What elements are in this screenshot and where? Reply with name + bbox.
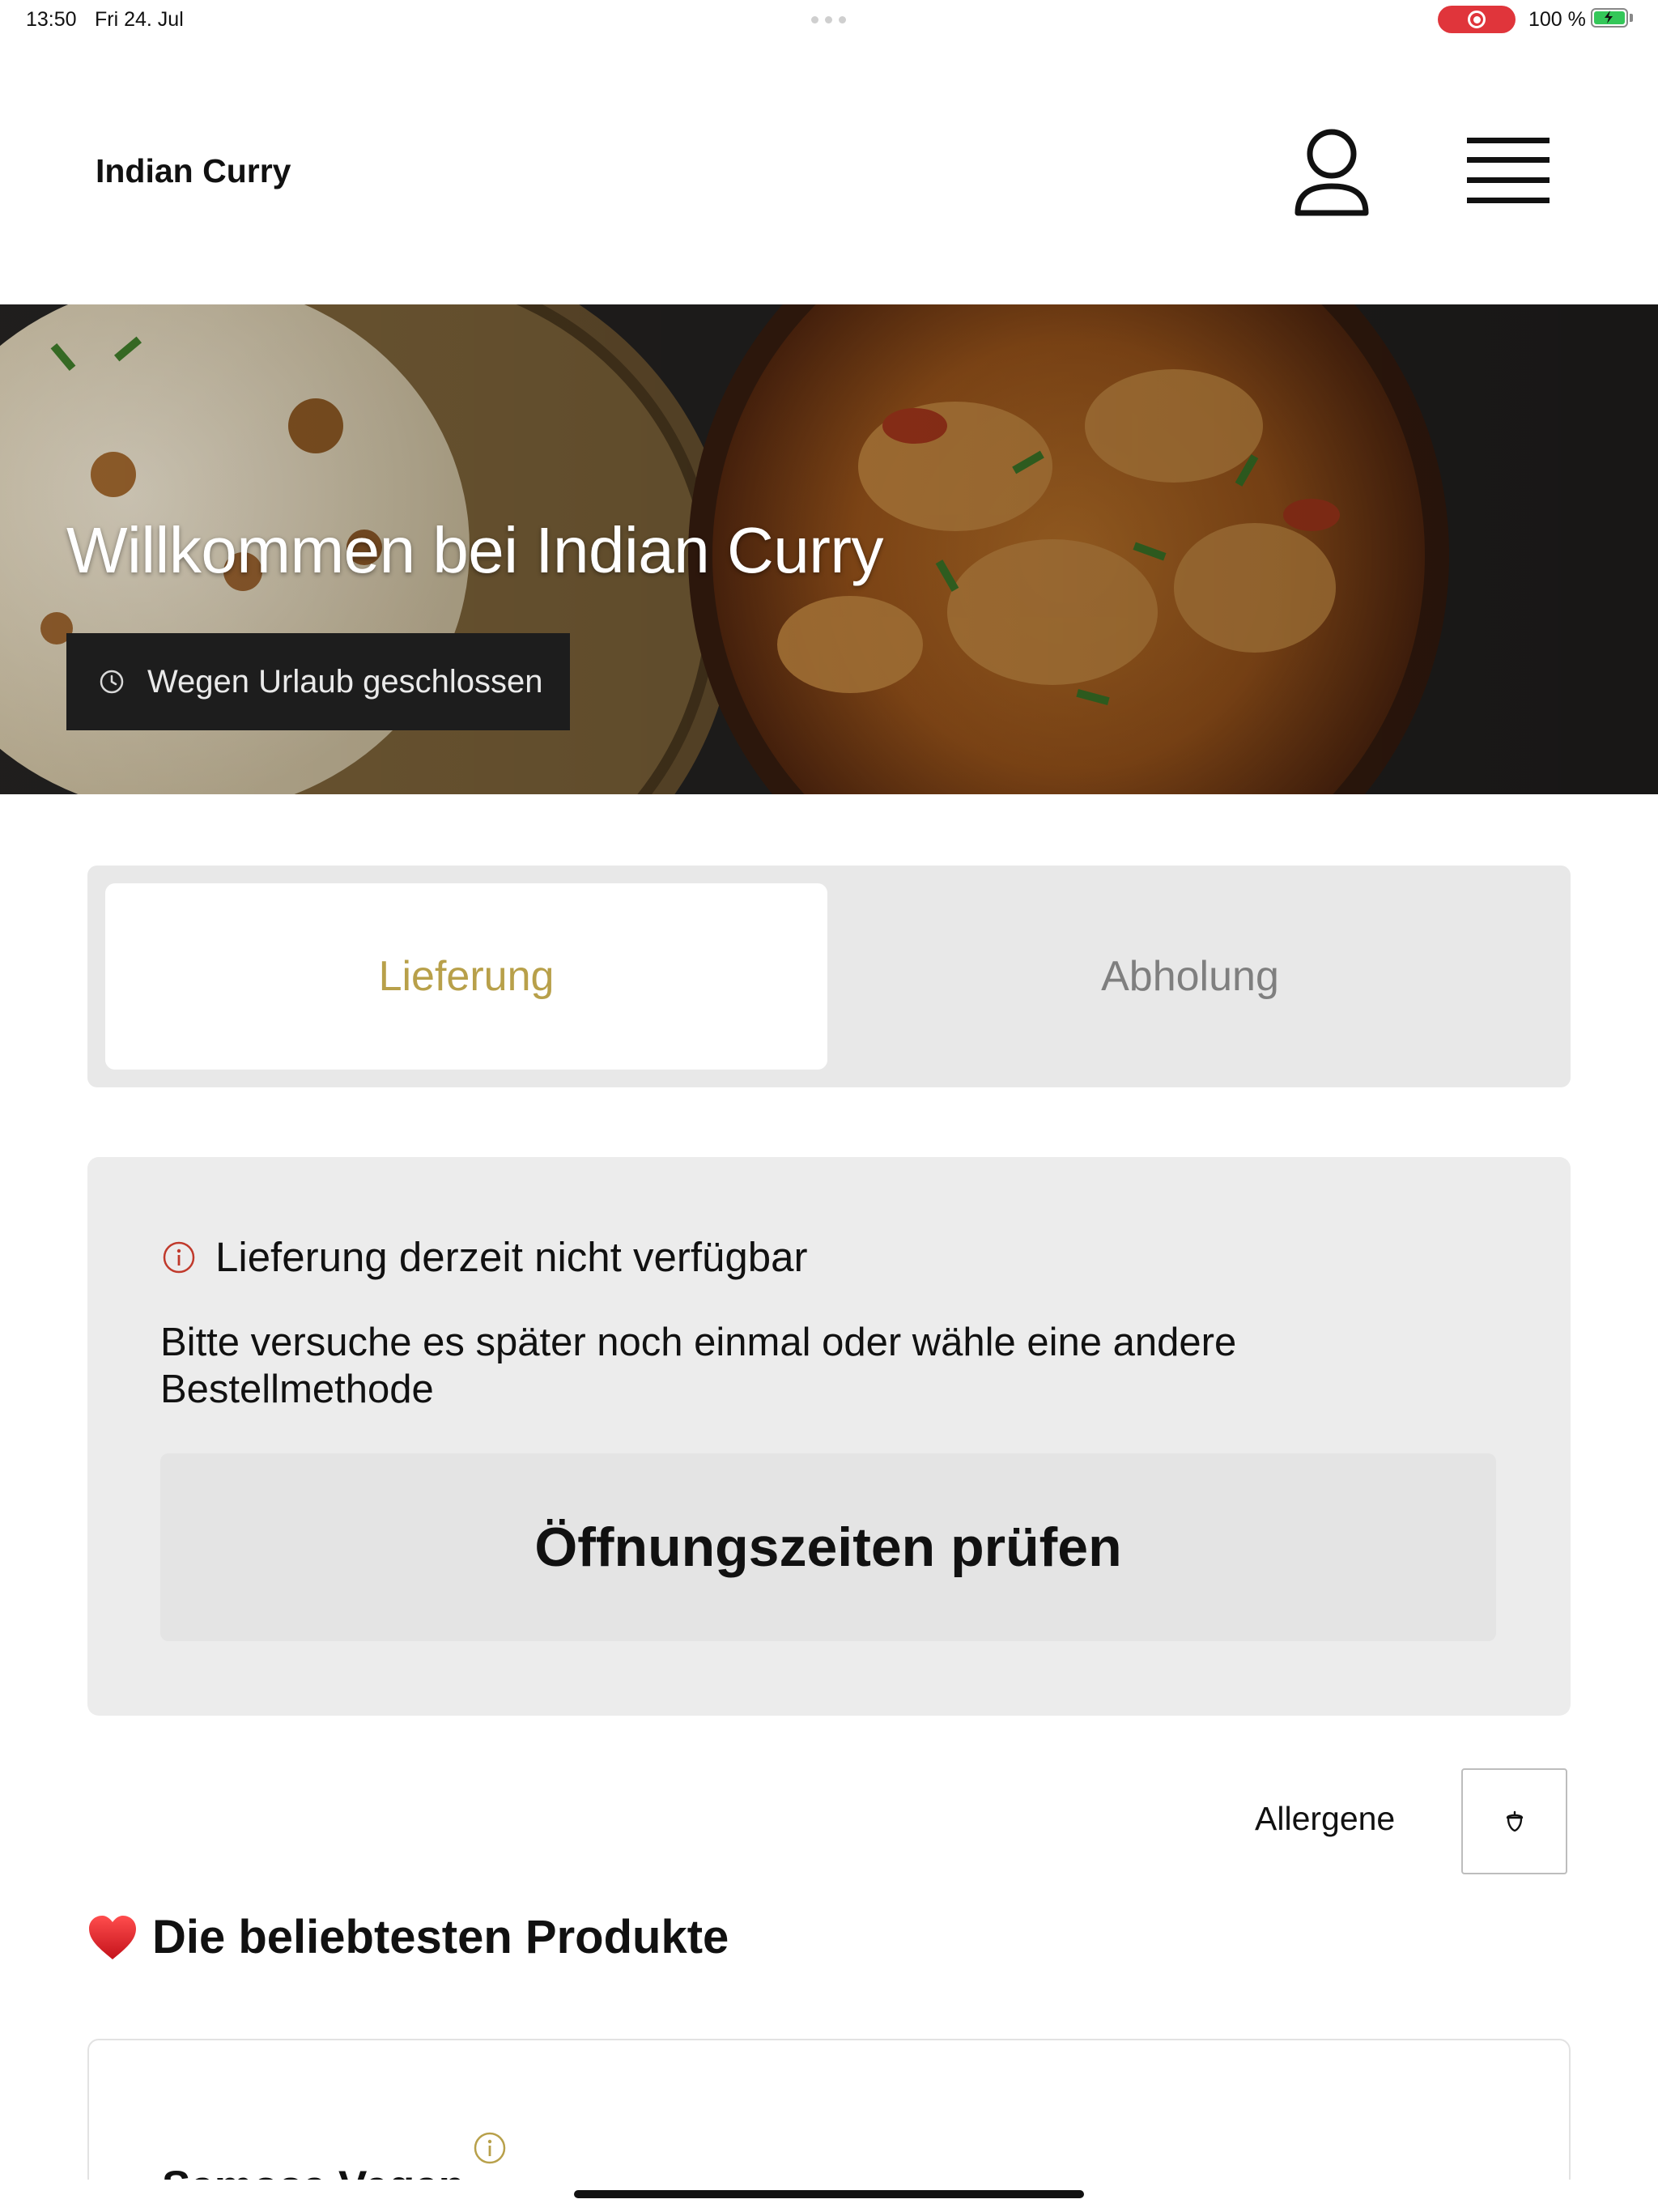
section-title-text: Die beliebtesten Produkte bbox=[152, 1911, 729, 1963]
screen-recording-icon[interactable] bbox=[1438, 6, 1516, 33]
top-header: Indian Curry bbox=[0, 39, 1658, 304]
allergen-label: Allergene bbox=[1255, 1800, 1396, 1837]
notice-message: Bitte versuche es später noch einmal ode… bbox=[160, 1321, 1237, 1411]
user-icon[interactable] bbox=[1294, 128, 1370, 223]
multitasking-dots-icon[interactable] bbox=[811, 16, 846, 23]
tab-pickup[interactable]: Abholung bbox=[829, 883, 1551, 1070]
home-indicator[interactable] bbox=[574, 2190, 1084, 2198]
tab-delivery[interactable]: Lieferung bbox=[105, 883, 827, 1070]
delivery-unavailable-notice: Lieferung derzeit nicht verfügbar Bitte … bbox=[87, 1157, 1571, 1716]
hero-banner: Willkommen bei Indian Curry Wegen Urlaub… bbox=[0, 304, 1658, 794]
clock-icon bbox=[100, 670, 124, 694]
heart-icon bbox=[89, 1915, 136, 1959]
notice-title: Lieferung derzeit nicht verfügbar bbox=[215, 1234, 808, 1280]
allergen-filter-button[interactable] bbox=[1461, 1768, 1567, 1874]
battery-nub bbox=[1630, 14, 1633, 22]
status-date: Fri 24. Jul bbox=[95, 8, 184, 31]
check-opening-hours-button[interactable]: Öffnungszeiten prüfen bbox=[160, 1453, 1496, 1641]
battery-percent: 100 % bbox=[1528, 8, 1586, 31]
popular-products-heading: Die beliebtesten Produkte bbox=[87, 1910, 729, 1964]
acorn-icon bbox=[1506, 1810, 1523, 1831]
app-screen: 13:50 Fri 24. Jul 100 % Indian Curry Wil… bbox=[0, 0, 1658, 2212]
status-time: 13:50 bbox=[26, 8, 77, 31]
info-icon bbox=[163, 1241, 195, 1274]
closed-status-badge: Wegen Urlaub geschlossen bbox=[66, 633, 570, 730]
battery-icon bbox=[1591, 8, 1628, 28]
brand-name[interactable]: Indian Curry bbox=[96, 152, 291, 190]
hamburger-icon[interactable] bbox=[1467, 134, 1550, 207]
status-bar: 13:50 Fri 24. Jul 100 % bbox=[0, 0, 1658, 39]
hero-title: Willkommen bei Indian Curry bbox=[66, 514, 884, 586]
closed-status-text: Wegen Urlaub geschlossen bbox=[147, 663, 543, 700]
product-info-icon[interactable] bbox=[473, 2131, 507, 2165]
order-method-tabs: Lieferung Abholung bbox=[87, 866, 1571, 1087]
